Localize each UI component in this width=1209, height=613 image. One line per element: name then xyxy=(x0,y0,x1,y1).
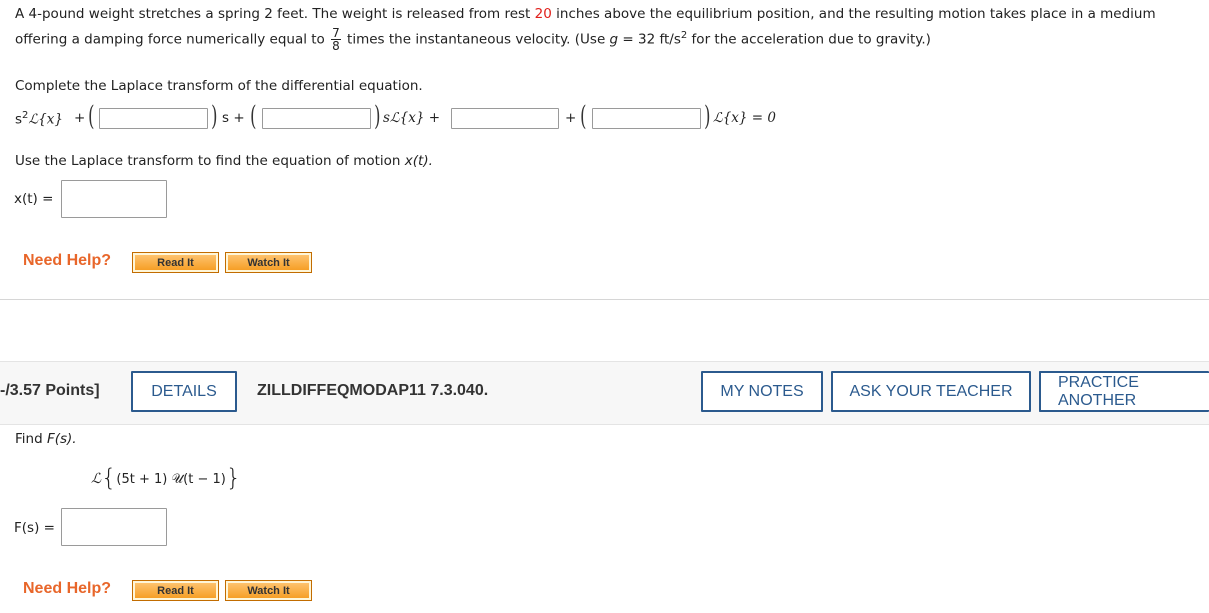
need-help-label: Need Help? xyxy=(23,252,112,269)
laplace-x: ℒ{x} xyxy=(28,111,63,128)
watch-it-button[interactable]: Watch It xyxy=(225,580,312,601)
eq-s: s xyxy=(15,111,23,128)
problem-statement-line1: A 4-pound weight stretches a spring 2 fe… xyxy=(15,6,1156,22)
open-paren: ( xyxy=(88,101,95,132)
open-brace: { xyxy=(101,464,117,492)
statement-text: inches above the equilibrium position, a… xyxy=(551,6,1156,22)
eq-plus: + xyxy=(565,110,577,126)
prompt-text: Find xyxy=(15,431,47,447)
problem-statement-line2: offering a damping force numerically equ… xyxy=(15,27,931,52)
prompt-variable: x(t). xyxy=(404,153,433,169)
xt-answer-input[interactable] xyxy=(61,180,167,218)
close-brace: } xyxy=(225,464,242,492)
expression-body: (5t + 1) 𝒰(t − 1) xyxy=(116,472,226,487)
highlighted-value: 20 xyxy=(534,6,552,22)
close-paren: ) xyxy=(211,101,218,132)
statement-text: for the acceleration due to gravity.) xyxy=(687,31,931,48)
eq-sLx-plus: sℒ{x} + xyxy=(383,110,441,126)
statement-text: A 4-pound weight stretches a spring 2 fe… xyxy=(15,6,535,22)
equation-term-s2Lx: s2ℒ{x} xyxy=(15,110,63,128)
ask-your-teacher-button[interactable]: ASK YOUR TEACHER xyxy=(831,371,1031,412)
prompt-variable: F(s). xyxy=(46,431,77,447)
prompt-text: Use the Laplace transform to find the eq… xyxy=(15,153,405,169)
laplace-symbol: ℒ xyxy=(91,471,102,487)
details-button[interactable]: DETAILS xyxy=(131,371,237,412)
read-it-button[interactable]: Read It xyxy=(132,252,219,273)
gravity-variable: g xyxy=(609,31,619,48)
xt-label: x(t) = xyxy=(14,191,54,207)
problem2-prompt: Find F(s). xyxy=(15,431,77,447)
my-notes-button[interactable]: MY NOTES xyxy=(701,371,823,412)
damping-fraction: 78 xyxy=(331,27,341,52)
statement-text: times the instantaneous velocity. (Use xyxy=(347,31,610,48)
section-divider xyxy=(0,299,1209,300)
practice-another-button[interactable]: PRACTICE ANOTHER xyxy=(1039,371,1209,412)
close-paren: ) xyxy=(374,101,381,132)
constant-input[interactable] xyxy=(451,108,559,129)
part2-prompt: Use the Laplace transform to find the eq… xyxy=(15,153,433,169)
laplace-expression: ℒ{(5t + 1) 𝒰(t − 1)} xyxy=(91,464,241,492)
part1-prompt: Complete the Laplace transform of the di… xyxy=(15,78,423,94)
open-paren: ( xyxy=(580,101,587,132)
fs-answer-input[interactable] xyxy=(61,508,167,546)
points-label: -/3.57 Points] xyxy=(0,382,100,399)
statement-text: offering a damping force numerically equ… xyxy=(15,31,325,48)
eq-s-plus: s + xyxy=(222,110,245,126)
read-it-button[interactable]: Read It xyxy=(132,580,219,601)
problem-id: ZILLDIFFEQMODAP11 7.3.040. xyxy=(257,382,489,399)
coefficient-input-3[interactable] xyxy=(592,108,701,129)
coefficient-input-1[interactable] xyxy=(99,108,208,129)
coefficient-input-2[interactable] xyxy=(262,108,371,129)
gravity-value: = 32 ft/s xyxy=(618,31,681,48)
watch-it-button[interactable]: Watch It xyxy=(225,252,312,273)
eq-plus: + xyxy=(74,110,86,126)
fraction-denominator: 8 xyxy=(332,39,340,53)
need-help-label: Need Help? xyxy=(23,580,112,597)
fs-label: F(s) = xyxy=(14,520,55,536)
eq-Lx-equals-zero: ℒ{x} = 0 xyxy=(713,110,776,126)
close-paren: ) xyxy=(704,101,711,132)
open-paren: ( xyxy=(250,101,257,132)
